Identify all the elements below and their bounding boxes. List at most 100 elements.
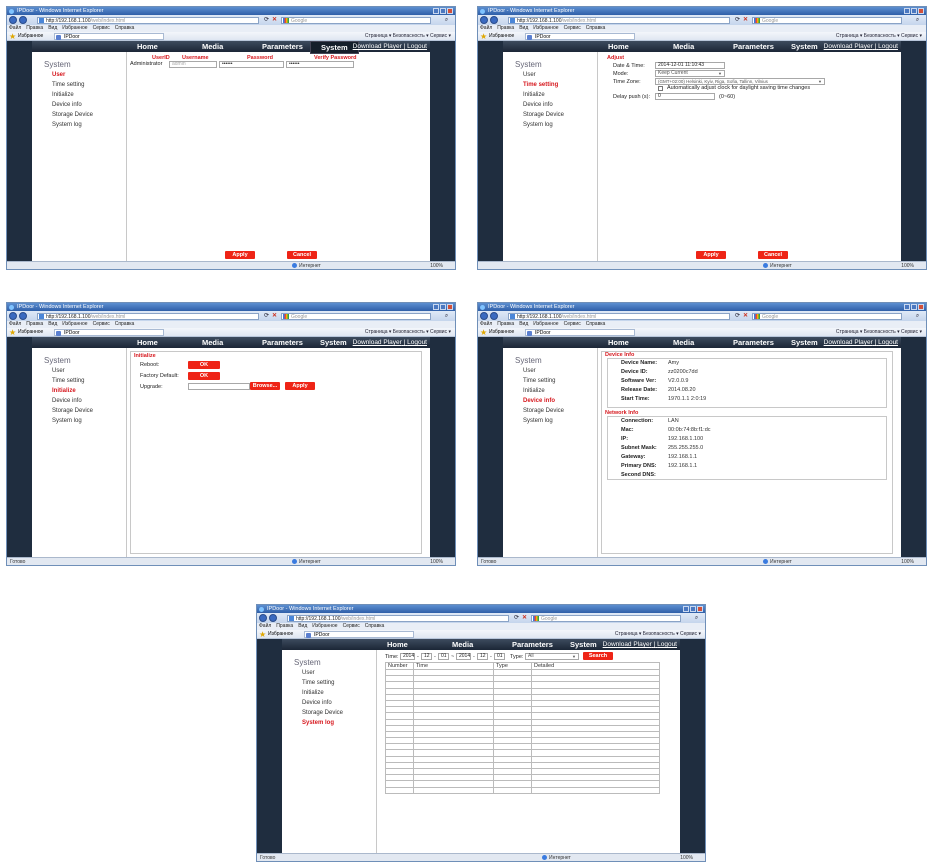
- nav-media[interactable]: Media: [673, 41, 694, 52]
- menu-view[interactable]: Вид: [48, 321, 57, 327]
- nav-home[interactable]: Home: [387, 639, 408, 650]
- menu-file[interactable]: Файл: [480, 25, 492, 31]
- dst-checkbox[interactable]: [658, 86, 663, 91]
- nav-system[interactable]: System: [570, 639, 597, 650]
- menu-file[interactable]: Файл: [480, 321, 492, 327]
- menu-file[interactable]: Файл: [259, 623, 271, 629]
- reboot-ok-button[interactable]: OK: [188, 361, 220, 369]
- stop-icon[interactable]: ✕: [742, 313, 749, 320]
- sidebar-item-system-log[interactable]: System log: [52, 418, 82, 424]
- browse-button[interactable]: Browse...: [250, 382, 280, 390]
- favorites-button[interactable]: Избранное: [489, 328, 514, 337]
- sidebar-item-device-info[interactable]: Device info: [52, 102, 82, 108]
- minimize-button[interactable]: [904, 304, 910, 310]
- search-icon[interactable]: ⌕: [443, 17, 450, 24]
- refresh-icon[interactable]: ⟳: [263, 17, 270, 24]
- maximize-button[interactable]: [690, 606, 696, 612]
- search-icon[interactable]: ⌕: [914, 17, 921, 24]
- upgrade-apply-button[interactable]: Apply: [285, 382, 315, 390]
- download-player-link[interactable]: Download Player: [353, 339, 402, 346]
- zoom-level[interactable]: 100%: [430, 262, 443, 269]
- minimize-button[interactable]: [683, 606, 689, 612]
- star-icon[interactable]: ★: [480, 33, 487, 41]
- star-icon[interactable]: ★: [9, 329, 16, 337]
- url-input[interactable]: http://192.168.1.100/web/index.html: [508, 312, 730, 320]
- sidebar-item-time-setting[interactable]: Time setting: [523, 82, 558, 88]
- zoom-level[interactable]: 100%: [680, 854, 693, 861]
- forward-button[interactable]: [490, 16, 498, 24]
- menu-favorites[interactable]: Избранное: [533, 25, 558, 31]
- sidebar-item-storage-device[interactable]: Storage Device: [523, 408, 564, 414]
- menu-help[interactable]: Справка: [115, 25, 135, 31]
- logout-link[interactable]: Logout: [878, 43, 898, 50]
- nav-media[interactable]: Media: [202, 41, 223, 52]
- menu-tools[interactable]: Сервис: [343, 623, 360, 629]
- sidebar-item-storage-device[interactable]: Storage Device: [302, 710, 343, 716]
- menu-edit[interactable]: Правка: [497, 25, 514, 31]
- nav-system[interactable]: System: [791, 41, 818, 52]
- menu-tools[interactable]: Сервис: [564, 321, 581, 327]
- favorites-button[interactable]: Избранное: [18, 32, 43, 41]
- zoom-level[interactable]: 100%: [901, 558, 914, 565]
- nav-system[interactable]: System: [320, 337, 347, 348]
- sidebar-item-time-setting[interactable]: Time setting: [52, 82, 84, 88]
- browser-tab[interactable]: IPDoor: [525, 33, 635, 40]
- sidebar-item-initialize[interactable]: Initialize: [52, 92, 74, 98]
- menu-favorites[interactable]: Избранное: [62, 321, 87, 327]
- search-input[interactable]: Google: [281, 16, 431, 24]
- forward-button[interactable]: [19, 312, 27, 320]
- cancel-button[interactable]: Cancel: [287, 251, 317, 259]
- menu-tools[interactable]: Сервис: [93, 25, 110, 31]
- sidebar-item-user[interactable]: User: [523, 368, 536, 374]
- menu-help[interactable]: Справка: [586, 321, 606, 327]
- download-player-link[interactable]: Download Player: [824, 339, 873, 346]
- upgrade-file-input[interactable]: [188, 383, 250, 390]
- url-input[interactable]: http://192.168.1.100/web/index.html: [287, 614, 509, 622]
- sidebar-item-initialize[interactable]: Initialize: [523, 388, 545, 394]
- refresh-icon[interactable]: ⟳: [263, 313, 270, 320]
- apply-button[interactable]: Apply: [696, 251, 726, 259]
- delay-push-input[interactable]: 0: [655, 93, 715, 100]
- back-button[interactable]: [480, 16, 488, 24]
- sidebar-item-user[interactable]: User: [302, 670, 315, 676]
- sidebar-item-storage-device[interactable]: Storage Device: [523, 112, 564, 118]
- logout-link[interactable]: Logout: [657, 641, 677, 648]
- sidebar-item-time-setting[interactable]: Time setting: [302, 680, 334, 686]
- forward-button[interactable]: [19, 16, 27, 24]
- refresh-icon[interactable]: ⟳: [734, 17, 741, 24]
- logout-link[interactable]: Logout: [407, 339, 427, 346]
- stop-icon[interactable]: ✕: [742, 17, 749, 24]
- back-button[interactable]: [480, 312, 488, 320]
- star-icon[interactable]: ★: [9, 33, 16, 41]
- nav-parameters[interactable]: Parameters: [262, 337, 303, 348]
- search-input[interactable]: Google: [752, 312, 902, 320]
- date-time-input[interactable]: 2014-12-01 11:10:43: [655, 62, 725, 69]
- menu-tools[interactable]: Сервис: [93, 321, 110, 327]
- sidebar-item-system-log[interactable]: System log: [302, 720, 334, 726]
- menu-edit[interactable]: Правка: [276, 623, 293, 629]
- sidebar-item-system-log[interactable]: System log: [523, 418, 553, 424]
- search-input[interactable]: Google: [752, 16, 902, 24]
- to-month-input[interactable]: 12: [477, 653, 488, 660]
- forward-button[interactable]: [490, 312, 498, 320]
- nav-home[interactable]: Home: [137, 337, 158, 348]
- nav-media[interactable]: Media: [673, 337, 694, 348]
- nav-parameters[interactable]: Parameters: [733, 337, 774, 348]
- menu-file[interactable]: Файл: [9, 25, 21, 31]
- cancel-button[interactable]: Cancel: [758, 251, 788, 259]
- back-button[interactable]: [259, 614, 267, 622]
- sidebar-item-user[interactable]: User: [523, 72, 536, 78]
- sidebar-item-initialize[interactable]: Initialize: [52, 388, 76, 394]
- menu-view[interactable]: Вид: [48, 25, 57, 31]
- sidebar-item-device-info[interactable]: Device info: [52, 398, 82, 404]
- favorites-button[interactable]: Избранное: [268, 630, 293, 639]
- stop-icon[interactable]: ✕: [271, 313, 278, 320]
- menu-edit[interactable]: Правка: [497, 321, 514, 327]
- menu-file[interactable]: Файл: [9, 321, 21, 327]
- sidebar-item-time-setting[interactable]: Time setting: [52, 378, 84, 384]
- star-icon[interactable]: ★: [259, 631, 266, 639]
- zoom-level[interactable]: 100%: [901, 262, 914, 269]
- menu-help[interactable]: Справка: [115, 321, 135, 327]
- nav-home[interactable]: Home: [137, 41, 158, 52]
- menu-help[interactable]: Справка: [365, 623, 385, 629]
